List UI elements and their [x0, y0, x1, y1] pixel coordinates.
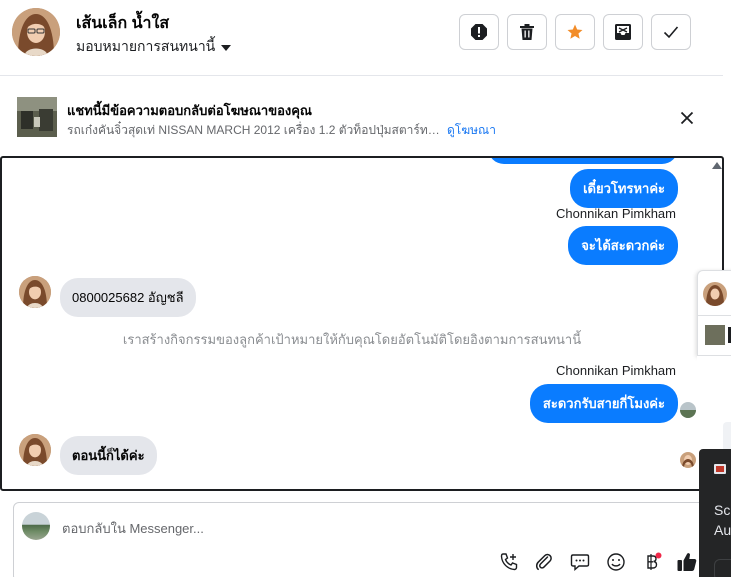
chat-bubble-icon	[570, 554, 590, 572]
screen-share-notification[interactable]: Scr Au	[699, 449, 731, 577]
system-note: เราสร้างกิจกรรมของลูกค้าเป้าหมายให้กับคุ…	[122, 332, 582, 347]
sender-name: Chonnikan Pimkham	[556, 206, 676, 221]
popup-bubble-fragment	[723, 422, 731, 452]
divider	[698, 315, 731, 316]
ad-thumbnail[interactable]	[17, 97, 57, 137]
read-receipt-avatar	[680, 452, 696, 468]
call-add-button[interactable]	[498, 551, 520, 573]
scroll-up-arrow-icon[interactable]	[712, 162, 722, 169]
notification-action-button[interactable]	[714, 559, 731, 577]
popup-ad-thumbnail	[705, 325, 725, 345]
contact-avatar-small[interactable]	[19, 434, 51, 466]
side-popup-body	[697, 356, 731, 452]
delete-button[interactable]	[507, 14, 547, 50]
assign-conversation-dropdown[interactable]: มอบหมายการสนทนานี้	[76, 36, 232, 58]
alert-octagon-icon	[471, 24, 487, 40]
smiley-icon	[607, 553, 625, 571]
message-bubble-outgoing-partial	[488, 158, 678, 164]
follow-up-button[interactable]	[555, 14, 595, 50]
ad-banner-title: แชทนี้มีข้อความตอบกลับต่อโฆษณาของคุณ	[67, 103, 312, 118]
assign-label: มอบหมายการสนทนานี้	[76, 38, 216, 54]
ad-banner-subtitle: รถเก๋งคันจิ๋วสุดเท่ NISSAN MARCH 2012 เค…	[67, 123, 441, 137]
contact-name[interactable]: เส้นเล็ก น้ำใส	[76, 11, 169, 36]
phone-plus-icon	[500, 553, 518, 571]
side-chat-popup[interactable]	[697, 270, 731, 356]
saved-replies-button[interactable]	[569, 551, 591, 573]
contact-avatar-small[interactable]	[19, 276, 51, 308]
caret-down-icon	[221, 45, 232, 51]
screen-record-icon	[714, 464, 726, 474]
attach-file-button[interactable]	[533, 551, 555, 573]
reply-composer[interactable]: ตอบกลับใน Messenger...	[13, 502, 713, 577]
conversation-header: เส้นเล็ก น้ำใส มอบหมายการสนทนานี้	[0, 0, 723, 76]
star-icon	[567, 24, 583, 39]
message-thread[interactable]: เดี๋ยวโทรหาค่ะ Chonnikan Pimkham จะได้สะ…	[0, 156, 724, 491]
trash-icon	[520, 24, 534, 40]
view-ad-link[interactable]: ดูโฆษณา	[447, 121, 496, 140]
sender-name: Chonnikan Pimkham	[556, 363, 676, 378]
message-bubble-incoming: ตอนนี้ก็ได้ค่ะ	[60, 436, 157, 475]
check-icon	[663, 26, 679, 39]
message-input[interactable]: ตอบกลับใน Messenger...	[62, 518, 204, 539]
message-bubble-outgoing: เดี๋ยวโทรหาค่ะ	[570, 169, 678, 208]
paperclip-icon	[535, 553, 552, 571]
close-banner-button[interactable]	[676, 107, 698, 129]
popup-avatar	[703, 282, 727, 306]
report-spam-button[interactable]	[459, 14, 499, 50]
like-button[interactable]	[676, 551, 698, 573]
notification-text-line2: Au	[714, 522, 731, 538]
close-icon	[680, 111, 694, 125]
archive-icon	[615, 24, 631, 40]
emoji-button[interactable]	[605, 551, 627, 573]
message-bubble-outgoing: จะได้สะดวกค่ะ	[568, 226, 678, 265]
seen-avatar	[680, 402, 696, 418]
message-bubble-outgoing: สะดวกรับสายกี่โมงค่ะ	[529, 384, 678, 423]
payment-button[interactable]	[641, 551, 663, 573]
thumbs-up-icon	[677, 553, 697, 571]
baht-icon	[647, 552, 662, 570]
message-bubble-incoming: 0800025682 อัญชลี	[60, 278, 196, 317]
mark-done-button[interactable]	[651, 14, 691, 50]
notification-text-line1: Scr	[714, 502, 731, 518]
contact-avatar[interactable]	[12, 8, 60, 56]
move-to-archive-button[interactable]	[603, 14, 643, 50]
page-avatar	[22, 512, 50, 540]
